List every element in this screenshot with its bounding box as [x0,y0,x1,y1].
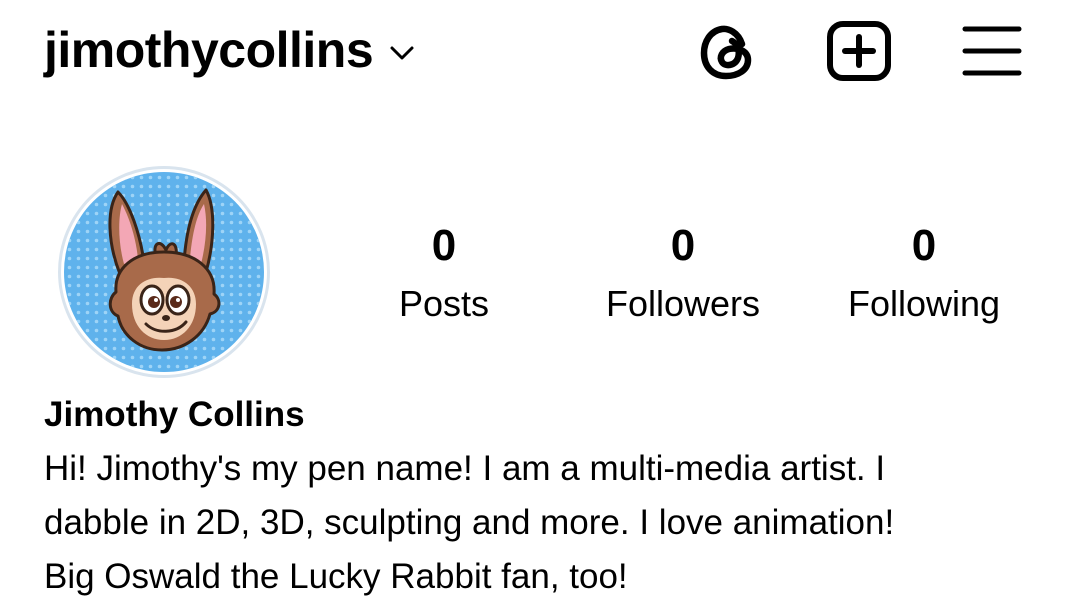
posts-label: Posts [398,283,490,324]
bio-line: Hi! Jimothy's my pen name! I am a multi-… [44,449,886,488]
menu-icon[interactable] [962,20,1022,80]
profile-page: jimothycollins 0 Posts 0 Followers 0 Fol… [0,0,1080,606]
following-stat[interactable]: 0 Following [814,220,1034,328]
account-switcher[interactable]: jimothycollins [44,18,415,82]
followers-stat[interactable]: 0 Followers [573,220,793,328]
chevron-down-icon [390,46,414,60]
bio-line: dabble in 2D, 3D, sculpting and more. I … [44,503,895,542]
following-count: 0 [911,221,937,270]
posts-count: 0 [431,221,457,270]
posts-stat[interactable]: 0 Posts [334,220,554,328]
bio: Hi! Jimothy's my pen name! I am a multi-… [44,442,1044,604]
threads-icon[interactable] [698,20,758,84]
followers-label: Followers [605,283,761,324]
bio-line: Big Oswald the Lucky Rabbit fan, too! [44,557,628,596]
avatar[interactable] [56,164,272,380]
followers-count: 0 [670,221,696,270]
create-post-icon[interactable] [826,20,892,82]
display-name: Jimothy Collins [44,395,305,434]
username: jimothycollins [44,22,374,78]
following-label: Following [847,283,1001,324]
